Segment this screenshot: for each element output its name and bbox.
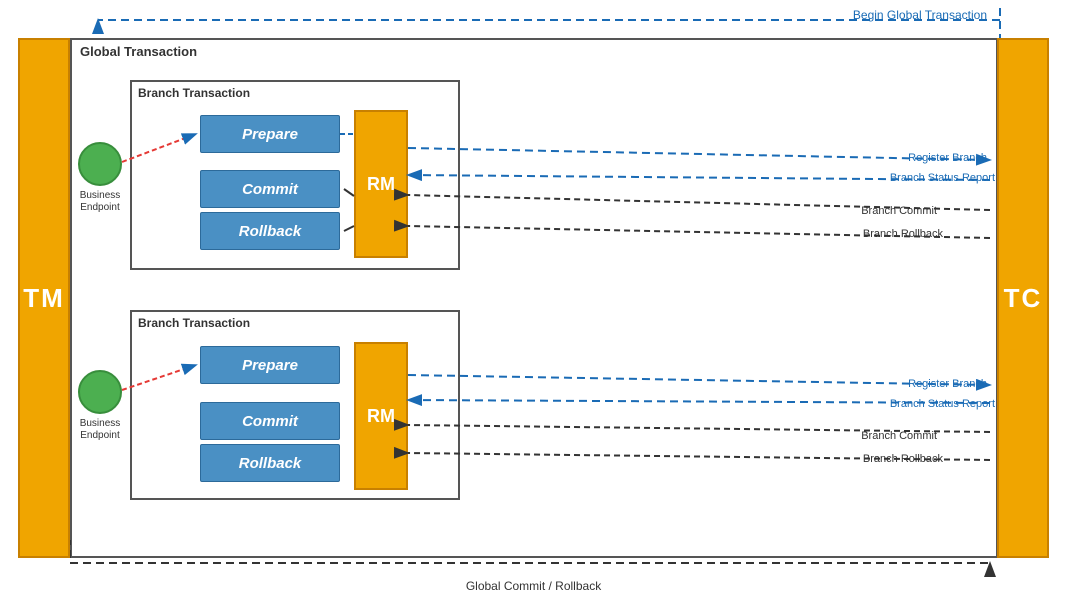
tc-label: TC — [1004, 283, 1043, 314]
branch-status-label-1: Branch Status Report — [890, 172, 995, 184]
branch-rollback-label-2: Branch Rollback — [863, 453, 943, 465]
tc-bar: TC — [997, 38, 1049, 558]
tm-label: TM — [23, 283, 65, 314]
register-branch-label-1: Register Branch — [908, 152, 987, 164]
global-transaction-box: Global Transaction — [70, 38, 998, 558]
diagram-container: TM TC Global Transaction Branch Transact… — [0, 0, 1067, 603]
tm-bar: TM — [18, 38, 70, 558]
branch-status-label-2: Branch Status Report — [890, 398, 995, 410]
global-commit-label: Global Commit / Rollback — [466, 579, 601, 593]
branch-commit-label-2: Branch Commit — [861, 430, 937, 442]
global-transaction-label: Global Transaction — [80, 44, 197, 59]
branch-commit-label-1: Branch Commit — [861, 205, 937, 217]
register-branch-label-2: Register Branch — [908, 378, 987, 390]
branch-rollback-label-1: Branch Rollback — [863, 228, 943, 240]
begin-gt-label: Begin Global Transaction — [853, 8, 987, 22]
